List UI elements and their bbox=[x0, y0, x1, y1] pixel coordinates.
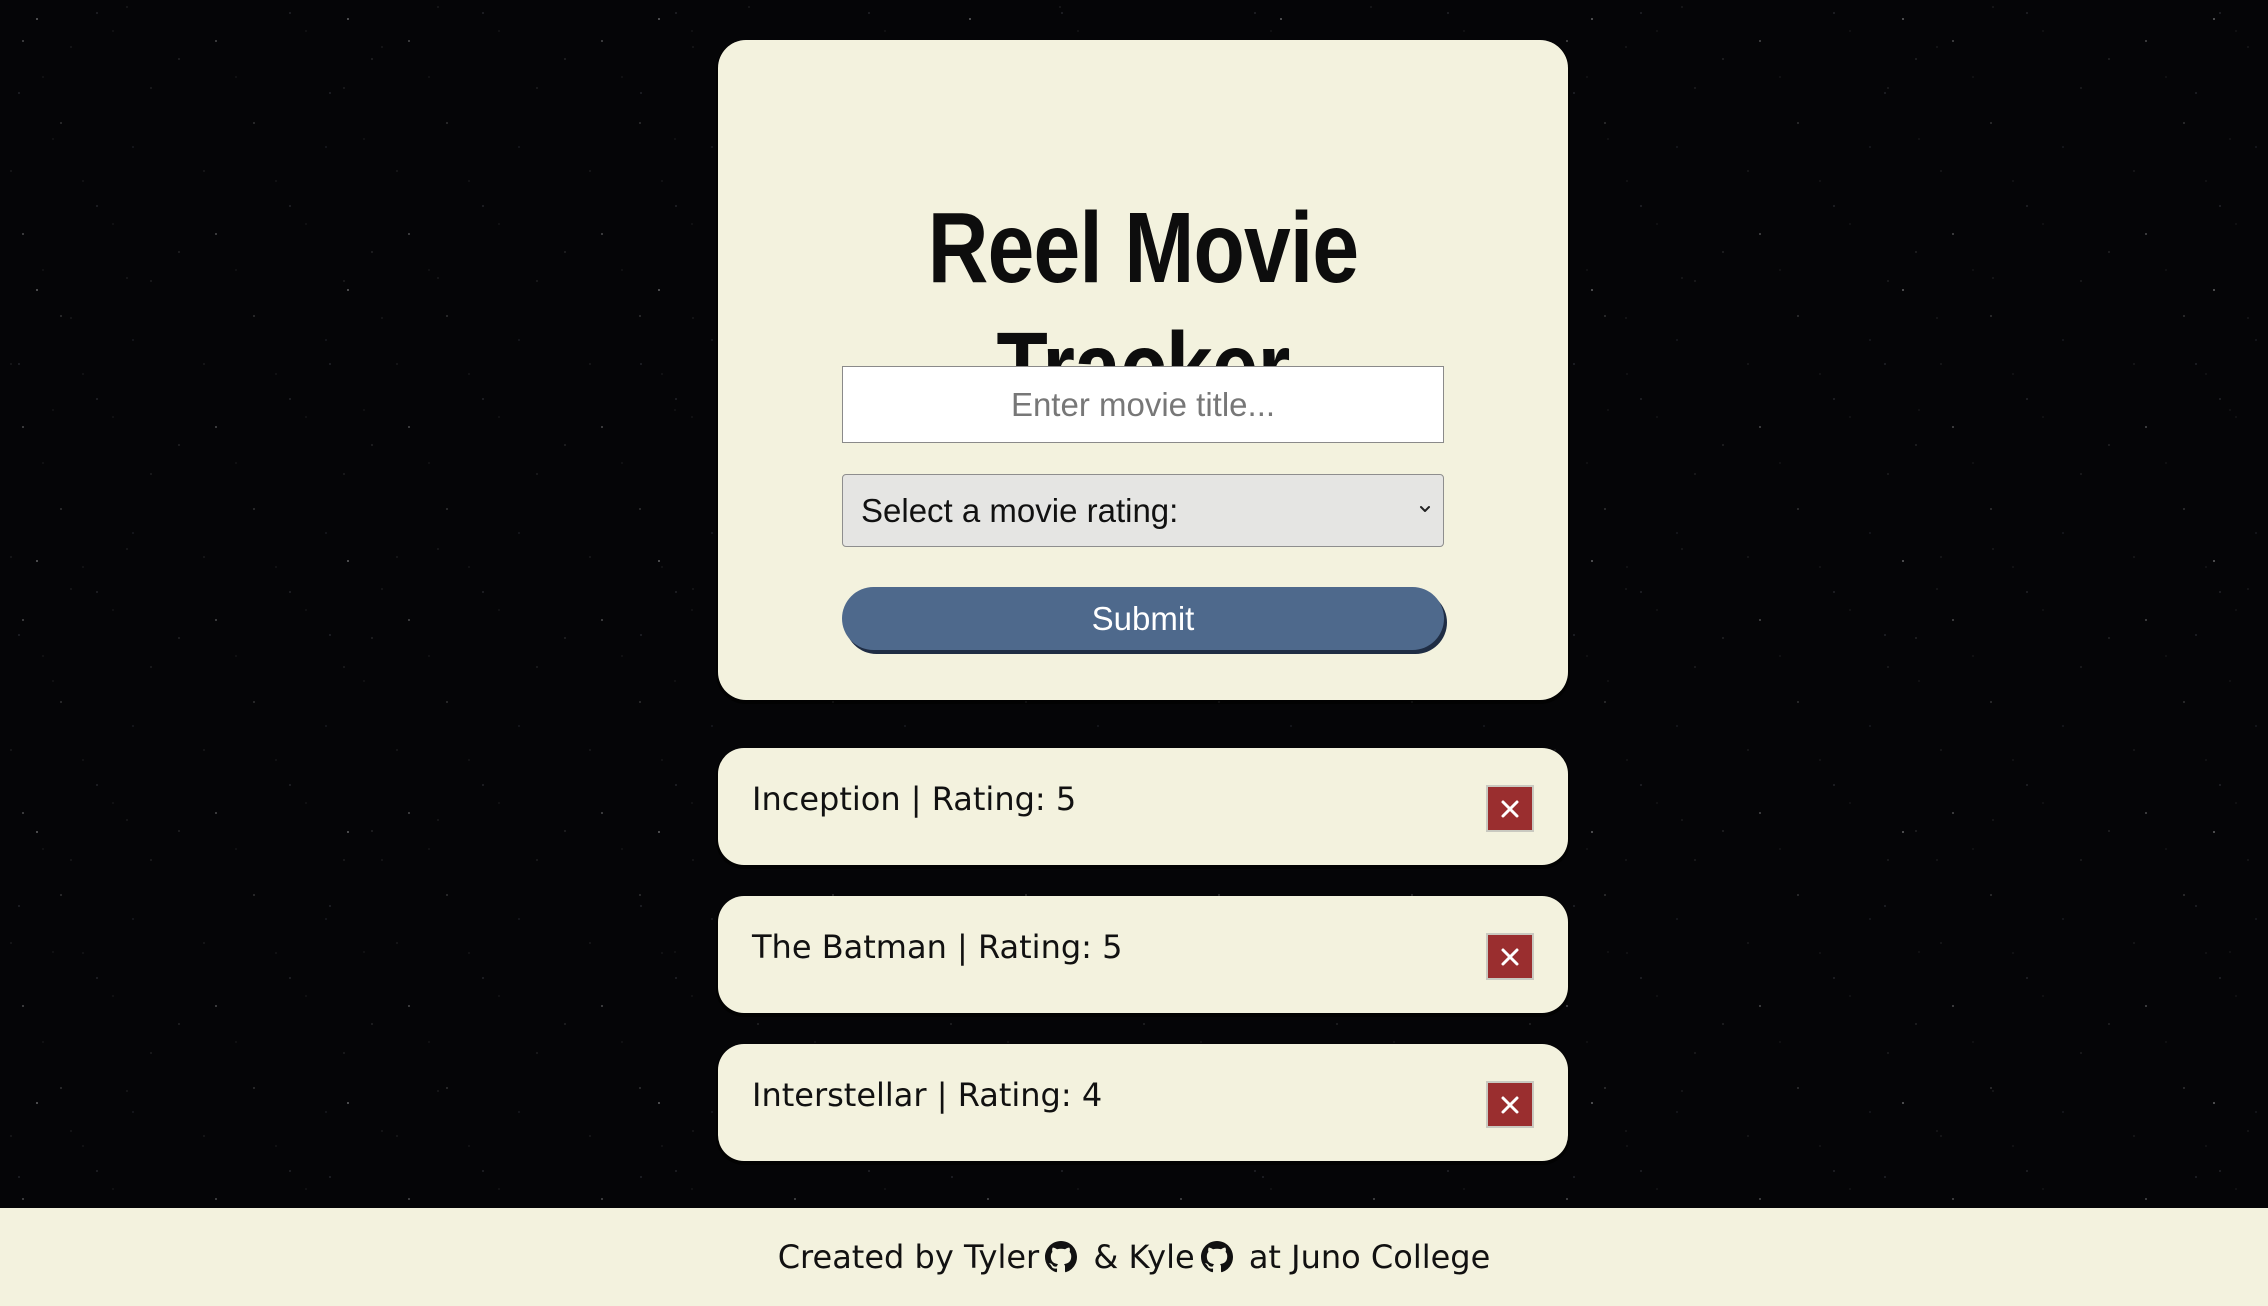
movie-list-item: Interstellar | Rating: 4 bbox=[718, 1044, 1568, 1161]
movie-label: Inception | Rating: 5 bbox=[752, 780, 1077, 818]
github-icon[interactable] bbox=[1200, 1241, 1233, 1273]
close-icon bbox=[1501, 948, 1519, 965]
footer-author-tyler: Tyler bbox=[963, 1238, 1040, 1276]
close-icon bbox=[1501, 1096, 1519, 1113]
footer-joiner: & bbox=[1083, 1238, 1129, 1276]
footer-author-kyle: Kyle bbox=[1128, 1238, 1195, 1276]
footer-suffix: at Juno College bbox=[1238, 1238, 1491, 1276]
footer: Created by Tyler & Kyle at Juno College bbox=[0, 1208, 2268, 1306]
github-icon[interactable] bbox=[1045, 1241, 1078, 1273]
movie-label: The Batman | Rating: 5 bbox=[752, 928, 1123, 966]
chevron-down-icon bbox=[1420, 506, 1430, 512]
close-icon bbox=[1501, 800, 1519, 817]
delete-movie-button[interactable] bbox=[1486, 1081, 1534, 1128]
movie-list: Inception | Rating: 5 The Batman | Ratin… bbox=[718, 748, 1568, 1192]
movie-list-item: The Batman | Rating: 5 bbox=[718, 896, 1568, 1013]
movie-form-card: Reel Movie Tracker Select a movie rating… bbox=[718, 40, 1568, 700]
footer-prefix: Created by bbox=[777, 1238, 964, 1276]
movie-list-item: Inception | Rating: 5 bbox=[718, 748, 1568, 865]
movie-title-input[interactable] bbox=[842, 366, 1444, 443]
movie-rating-select[interactable]: Select a movie rating: bbox=[842, 474, 1444, 547]
movie-label: Interstellar | Rating: 4 bbox=[752, 1076, 1103, 1114]
rating-select-value: Select a movie rating: bbox=[861, 491, 1179, 529]
delete-movie-button[interactable] bbox=[1486, 785, 1534, 832]
delete-movie-button[interactable] bbox=[1486, 933, 1534, 980]
submit-button[interactable]: Submit bbox=[842, 587, 1444, 650]
